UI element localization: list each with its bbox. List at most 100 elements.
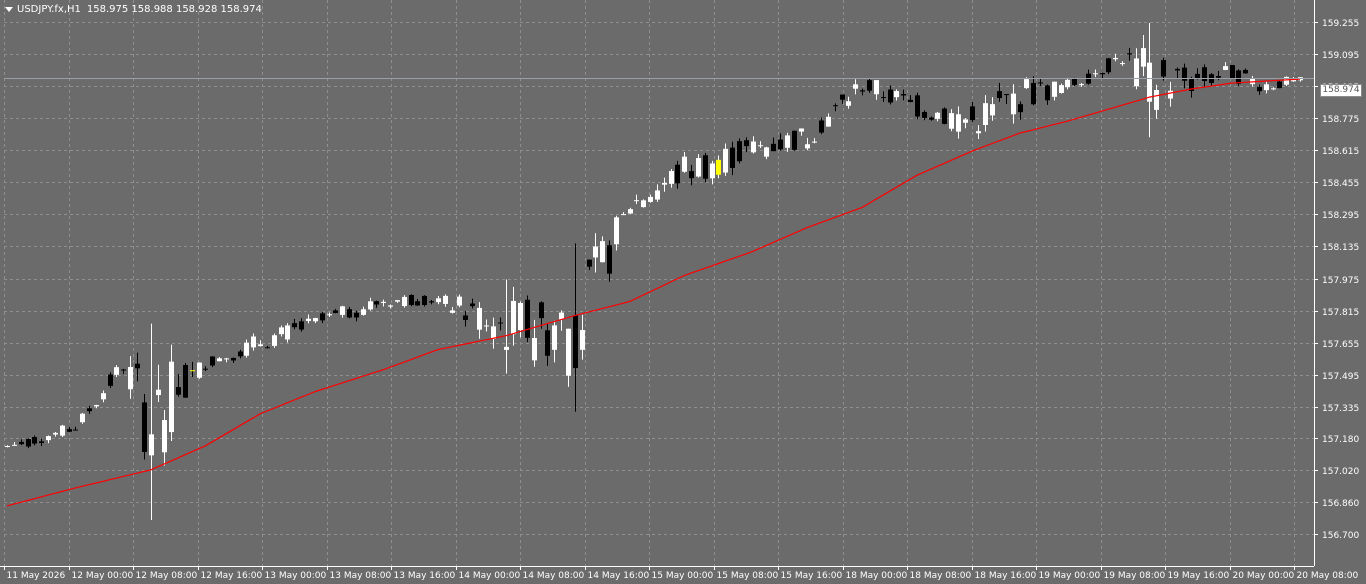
price-chart[interactable]: 159.255159.095158.935158.775158.615158.4…	[0, 0, 1366, 584]
candle-body	[648, 196, 653, 202]
candle-body	[39, 441, 44, 443]
candle-body	[894, 91, 899, 98]
chart-window[interactable]: 159.255159.095158.935158.775158.615158.4…	[0, 0, 1366, 584]
candle-body	[429, 301, 434, 303]
candle-body	[477, 307, 482, 330]
candle-body	[1243, 69, 1248, 74]
candlestick-series	[5, 23, 1303, 520]
candle-body	[238, 351, 243, 357]
candle-body	[689, 171, 694, 179]
candle-body	[908, 99, 913, 103]
candle-body	[313, 318, 318, 322]
candle-body	[388, 305, 393, 307]
candle-body	[983, 103, 988, 125]
candle-body	[142, 402, 147, 452]
candle-body	[1038, 82, 1043, 84]
candle-body	[1175, 68, 1180, 71]
x-tick-label: 13 May 08:00	[330, 571, 392, 581]
candle-body	[737, 141, 742, 162]
axes: 159.255159.095158.935158.775158.615158.4…	[0, 0, 1359, 581]
candle-body	[53, 432, 58, 435]
candle-body	[970, 106, 975, 121]
candle-body	[915, 95, 920, 117]
x-tick-label: 14 May 00:00	[459, 571, 521, 581]
candle-body	[628, 209, 633, 214]
candle-body	[436, 298, 441, 303]
candle-body	[942, 108, 947, 124]
candle-body	[935, 112, 940, 119]
candle-body	[1134, 58, 1139, 87]
candle-body	[1271, 88, 1276, 90]
candle-body	[12, 444, 17, 446]
y-tick-label: 156.700	[1322, 531, 1359, 541]
candle-body	[1004, 94, 1009, 96]
candle-body	[67, 429, 72, 432]
candle-body	[1072, 78, 1077, 85]
candle-body	[634, 200, 639, 202]
candle-body	[580, 330, 585, 350]
candle-body	[415, 301, 420, 306]
candle-body	[504, 346, 509, 350]
candle-body	[1052, 81, 1057, 97]
candle-body	[272, 335, 277, 346]
candle-body	[703, 155, 708, 179]
y-tick-label: 157.020	[1322, 467, 1359, 477]
candle-body	[368, 301, 373, 310]
candle-body	[299, 321, 304, 330]
candle-body	[5, 446, 10, 448]
dropdown-triangle-icon[interactable]	[5, 7, 13, 12]
candle-body	[607, 245, 612, 274]
candle-body	[874, 80, 879, 95]
candle-body	[1127, 53, 1132, 55]
candle-body	[593, 246, 598, 258]
candle-body	[197, 362, 202, 378]
y-tick-label: 157.655	[1322, 340, 1359, 350]
x-tick-label: 11 May 2026	[7, 571, 66, 581]
candle-body	[518, 302, 523, 331]
candle-body	[853, 84, 858, 89]
candle-body	[224, 358, 229, 360]
candle-body	[963, 119, 968, 123]
candle-body	[279, 327, 284, 335]
candle-body	[361, 309, 366, 315]
candle-body	[265, 347, 270, 349]
symbol-header: USDJPY.fx,H1 158.975 158.988 158.928 158…	[5, 4, 262, 15]
candle-body	[840, 94, 845, 100]
candle-body	[819, 120, 824, 133]
candle-body	[539, 302, 544, 319]
candle-body	[26, 439, 31, 447]
candle-body	[320, 313, 325, 321]
candle-body	[19, 441, 24, 445]
candle-body	[956, 114, 961, 132]
candle-body	[826, 116, 831, 127]
candle-body	[758, 145, 763, 147]
candle-body	[156, 389, 161, 396]
candle-body	[545, 330, 550, 356]
candle-body	[1100, 73, 1105, 75]
candle-body	[682, 156, 687, 172]
y-tick-label: 158.455	[1322, 179, 1359, 189]
candle-body	[1277, 81, 1282, 89]
candle-body	[402, 296, 407, 307]
candle-body	[1106, 58, 1111, 73]
x-tick-label: 19 May 00:00	[1039, 571, 1101, 581]
x-tick-label: 14 May 16:00	[588, 571, 650, 581]
candle-body	[1223, 66, 1228, 70]
y-tick-label: 157.815	[1322, 308, 1359, 318]
x-tick-label: 13 May 00:00	[265, 571, 327, 581]
candle-body	[190, 370, 195, 372]
candle-body	[525, 299, 530, 338]
candle-body	[641, 200, 646, 208]
candle-body	[1011, 93, 1016, 115]
candle-body	[675, 164, 680, 184]
candle-body	[1079, 84, 1084, 86]
candle-body	[1236, 70, 1241, 84]
x-tick-label: 12 May 16:00	[201, 571, 263, 581]
candle-body	[997, 91, 1002, 99]
candle-body	[751, 141, 756, 153]
y-tick-label: 159.095	[1322, 51, 1359, 61]
x-tick-label: 15 May 08:00	[717, 571, 779, 581]
candle-body	[470, 303, 475, 307]
candle-body	[778, 139, 783, 150]
candle-body	[347, 309, 352, 318]
